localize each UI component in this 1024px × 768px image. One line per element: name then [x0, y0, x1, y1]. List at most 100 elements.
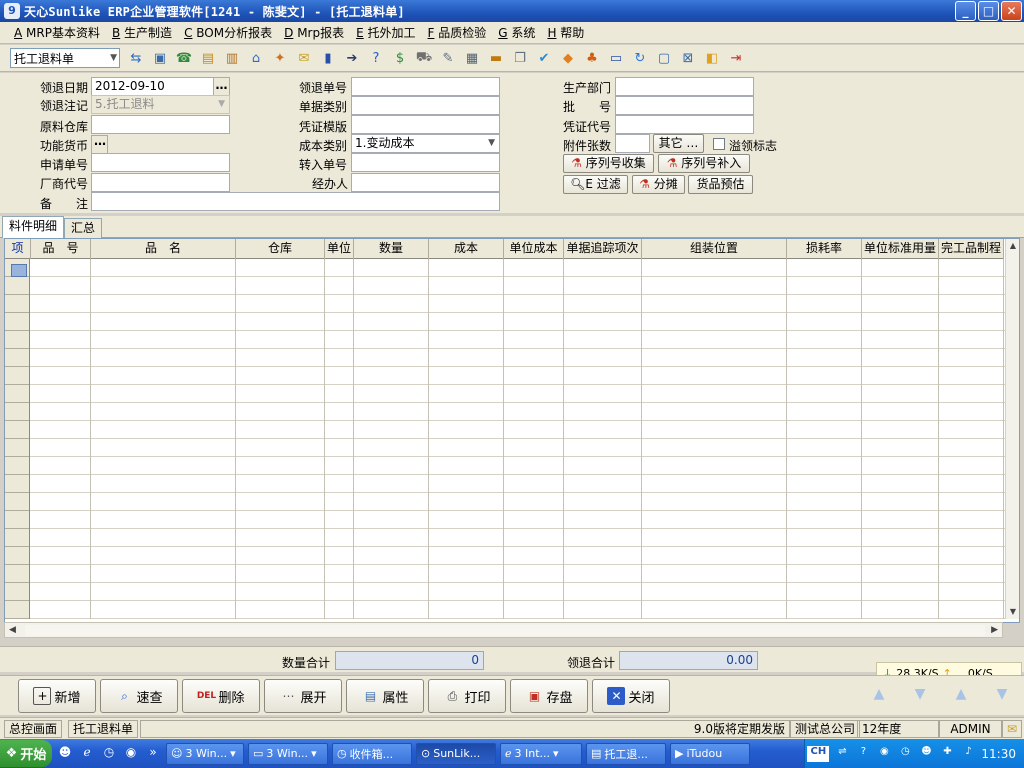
users-icon[interactable]: ☻ [918, 746, 934, 762]
table-row[interactable] [5, 367, 1005, 385]
other-button[interactable]: 其它 … [653, 134, 704, 153]
row-header-cell[interactable] [5, 403, 29, 421]
table-row[interactable] [5, 565, 1005, 583]
first-record-icon[interactable]: ▲ [870, 686, 888, 704]
network-icon[interactable]: ✦ [270, 48, 290, 68]
book-icon[interactable]: ▮ [318, 48, 338, 68]
qq-icon[interactable]: ☻ [56, 745, 74, 763]
serial-append-button[interactable]: ⚗ 序列号补入 [658, 154, 750, 173]
task-itudou[interactable]: ▶ iTudou [670, 742, 750, 765]
task-inbox[interactable]: ◷ 收件箱... [332, 742, 412, 765]
browser-icon[interactable]: ◉ [122, 745, 140, 763]
apply-no-field[interactable] [91, 153, 230, 172]
row-header-cell[interactable] [5, 583, 29, 601]
close-window-icon[interactable]: ⊠ [678, 48, 698, 68]
grid-body[interactable] [5, 259, 1005, 619]
row-header-cell[interactable] [5, 349, 29, 367]
table-row[interactable] [5, 457, 1005, 475]
monitor-icon[interactable]: ▭ [606, 48, 626, 68]
row-header-cell[interactable] [5, 547, 29, 565]
phone-icon[interactable]: ☎ [174, 48, 194, 68]
row-header-cell[interactable] [5, 331, 29, 349]
column-header-process[interactable]: 完工品制程 [939, 239, 1004, 259]
tab-summary[interactable]: 汇总 [64, 218, 103, 238]
column-header-quantity[interactable]: 数量 [354, 239, 429, 259]
handler-field[interactable] [351, 173, 500, 192]
attach-field[interactable] [615, 134, 650, 153]
bell-icon[interactable]: ◆ [558, 48, 578, 68]
previous-record-icon[interactable]: ▼ [911, 686, 929, 704]
row-header-cell[interactable] [5, 277, 29, 295]
table-row[interactable] [5, 547, 1005, 565]
task-sunlike[interactable]: ⊙ SunLik... [416, 742, 496, 765]
media-icon[interactable]: ◉ [876, 746, 892, 762]
cart-icon[interactable]: ⛟ [414, 48, 434, 68]
row-header-cell[interactable] [5, 601, 29, 619]
detail-grid[interactable]: 项 品 号 品 名 仓库 单位 数量 成本 单位成本 单据追踪项次 组装位置 损… [4, 238, 1020, 623]
voucher-template-field[interactable] [351, 115, 500, 134]
row-header-cell[interactable] [5, 313, 29, 331]
security-icon[interactable]: ✚ [939, 746, 955, 762]
tiles-icon[interactable]: ◧ [702, 48, 722, 68]
box-icon[interactable]: ▬ [486, 48, 506, 68]
help-icon[interactable]: ? [366, 48, 386, 68]
column-header-std-usage[interactable]: 单位标准用量 [862, 239, 939, 259]
refresh-icon[interactable]: ↻ [630, 48, 650, 68]
copy-icon[interactable]: ❐ [510, 48, 530, 68]
overdraw-checkbox[interactable] [713, 138, 725, 150]
status-home[interactable]: 总控画面 [4, 720, 63, 738]
menu-quality[interactable]: F 品质检验 [428, 24, 487, 41]
row-header-cell[interactable] [5, 529, 29, 547]
horizontal-scrollbar[interactable]: ◀ ▶ [4, 622, 1003, 638]
next-record-icon[interactable]: ▲ [952, 686, 970, 704]
menu-help[interactable]: H 帮助 [547, 24, 584, 41]
date-picker-button[interactable]: … [213, 78, 229, 95]
table-row[interactable] [5, 511, 1005, 529]
clock-app-icon[interactable]: ◷ [897, 746, 913, 762]
row-header-cell[interactable] [5, 385, 29, 403]
more-icon[interactable]: » [144, 745, 162, 763]
column-header-unit-cost[interactable]: 单位成本 [504, 239, 564, 259]
start-button[interactable]: ❖ 开始 [0, 740, 52, 767]
table-row[interactable] [5, 475, 1005, 493]
table-row[interactable] [5, 313, 1005, 331]
table-row[interactable] [5, 529, 1005, 547]
window-icon[interactable]: ▢ [654, 48, 674, 68]
row-header-cell[interactable] [5, 475, 29, 493]
switch-icon[interactable]: ⇆ [126, 48, 146, 68]
row-header-cell[interactable] [5, 493, 29, 511]
table-row[interactable] [5, 583, 1005, 601]
mail-icon[interactable]: ✉ [294, 48, 314, 68]
vertical-scrollbar[interactable]: ▲ ▼ [1005, 239, 1019, 619]
scroll-up-icon[interactable]: ▲ [1006, 239, 1019, 253]
scroll-left-icon[interactable]: ◀ [9, 625, 16, 635]
document-edit-icon[interactable]: ✎ [438, 48, 458, 68]
task-tuogong[interactable]: ▤ 托工退... [586, 742, 666, 765]
mail-icon[interactable]: ✉ [1002, 720, 1022, 738]
dept-field[interactable] [615, 77, 754, 96]
row-header-cell[interactable] [5, 421, 29, 439]
table-row[interactable] [5, 403, 1005, 421]
menu-production[interactable]: B 生产制造 [112, 24, 172, 41]
batch-field[interactable] [615, 96, 754, 115]
close-window-button[interactable]: ✕ [1001, 1, 1022, 21]
computer-icon[interactable]: ▣ [150, 48, 170, 68]
serial-collect-button[interactable]: ⚗ 序列号收集 [563, 154, 654, 173]
maximize-button[interactable]: □ [978, 1, 999, 21]
document-type-select[interactable]: 托工退料单 ▼ [10, 48, 120, 68]
table-row[interactable] [5, 349, 1005, 367]
doc-type-field[interactable] [351, 96, 500, 115]
task-win-2[interactable]: ▭ 3 Win... ▾ [248, 742, 328, 765]
language-indicator[interactable]: CH [807, 745, 830, 762]
column-header-cost[interactable]: 成本 [429, 239, 504, 259]
return-date-field[interactable]: 2012-09-10 … [91, 77, 230, 96]
task-ie[interactable]: ℯ3 Int... ▾ [500, 742, 582, 765]
properties-button[interactable]: ▤ 属性 [346, 679, 424, 713]
table-row[interactable] [5, 439, 1005, 457]
status-current-form[interactable]: 托工退料单 [68, 720, 139, 738]
check-icon[interactable]: ✔ [534, 48, 554, 68]
task-win-1[interactable]: ☺ 3 Win... ▾ [166, 742, 244, 765]
volume-icon[interactable]: ♪ [960, 746, 976, 762]
column-header-part-no[interactable]: 品 号 [31, 239, 91, 259]
print-button[interactable]: ⎙ 打印 [428, 679, 506, 713]
